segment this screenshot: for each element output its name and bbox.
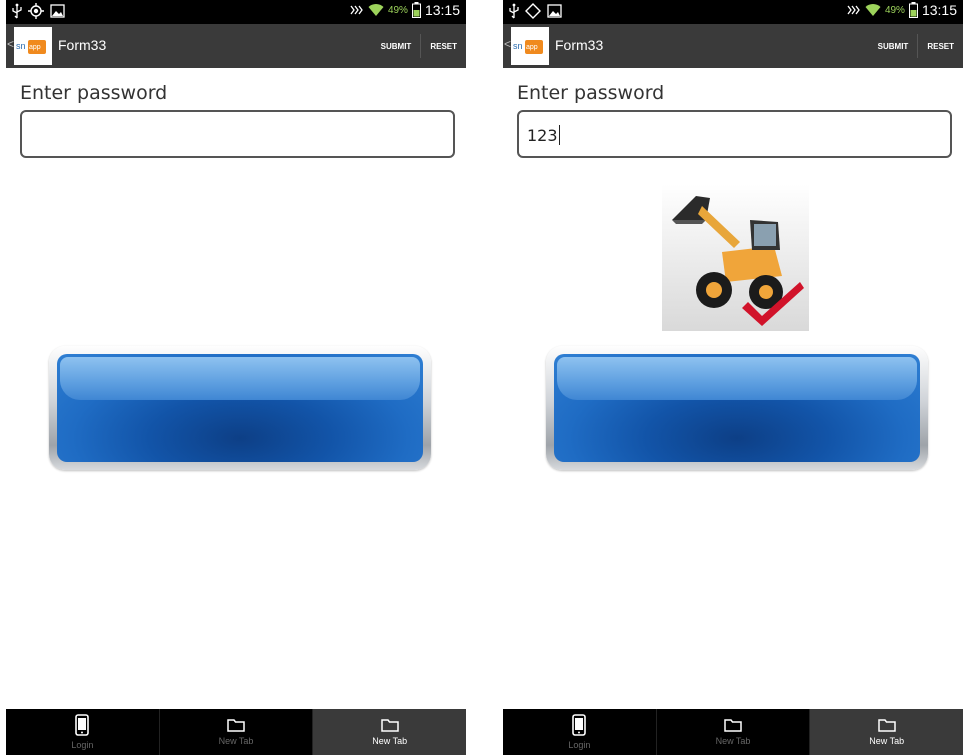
image-button-gloss: [557, 357, 917, 401]
reset-button[interactable]: RESET: [918, 24, 963, 68]
image-button-face: [57, 354, 423, 462]
wifi-icon: [368, 4, 384, 17]
wifi-icon: [865, 4, 881, 17]
phone-screen-left: 49% 13:15 < sn app Form33 SUBMIT RESET En…: [6, 0, 467, 755]
password-input[interactable]: 123: [517, 110, 952, 158]
tab-bar: Login New Tab New Tab: [503, 709, 964, 755]
image-icon: [547, 4, 562, 18]
location-icon: [525, 3, 541, 19]
phone-icon: [572, 714, 587, 736]
text-cursor: [558, 125, 560, 145]
tab-login[interactable]: Login: [503, 709, 657, 755]
tab-new-tab-2[interactable]: New Tab: [313, 709, 467, 755]
image-button[interactable]: [546, 346, 928, 470]
password-label: Enter password: [20, 82, 168, 104]
clock: 13:15: [921, 2, 957, 18]
battery-icon: [411, 2, 421, 18]
tab-login[interactable]: Login: [6, 709, 160, 755]
tab-label: New Tab: [372, 736, 408, 746]
location-icon: [28, 3, 44, 19]
tab-new-tab-2[interactable]: New Tab: [810, 709, 964, 755]
tab-label: Login: [71, 740, 94, 750]
wheel-loader-checkmark-icon: [662, 184, 809, 331]
image-icon: [50, 4, 65, 18]
nfc-icon: [350, 5, 363, 15]
action-bar: < sn app Form33 SUBMIT RESET: [6, 24, 466, 68]
password-value: 123: [527, 126, 558, 145]
battery-percent: 49%: [884, 4, 905, 16]
back-caret-icon[interactable]: <: [7, 37, 14, 51]
app-title: Form33: [555, 37, 604, 53]
password-input[interactable]: [20, 110, 455, 158]
phone-icon: [75, 714, 90, 736]
svg-text:app: app: [29, 44, 41, 51]
snappii-logo-icon[interactable]: sn app: [511, 27, 549, 65]
tab-label: New Tab: [869, 736, 905, 746]
tab-bar: Login New Tab New Tab: [6, 709, 467, 755]
folder-icon: [877, 719, 896, 732]
submit-button[interactable]: SUBMIT: [372, 24, 421, 68]
svg-text:sn: sn: [16, 41, 26, 51]
nfc-icon: [847, 5, 860, 15]
app-title: Form33: [58, 37, 107, 53]
image-button[interactable]: [49, 346, 431, 470]
battery-icon: [908, 2, 918, 18]
svg-text:sn: sn: [513, 41, 523, 51]
password-label: Enter password: [517, 82, 665, 104]
image-button-face: [554, 354, 920, 462]
phone-screen-right: 49% 13:15 < sn app Form33 SUBMIT RESET En…: [503, 0, 964, 755]
image-button-gloss: [60, 357, 420, 401]
snappii-logo-icon[interactable]: sn app: [14, 27, 52, 65]
usb-icon: [509, 3, 519, 19]
action-bar: < sn app Form33 SUBMIT RESET: [503, 24, 963, 68]
folder-icon: [724, 719, 742, 732]
usb-icon: [12, 3, 22, 19]
reset-button[interactable]: RESET: [421, 24, 466, 68]
tab-label: New Tab: [218, 736, 254, 746]
status-bar: 49% 13:15: [6, 0, 466, 24]
svg-text:app: app: [526, 44, 538, 51]
tab-label: Login: [568, 740, 591, 750]
tab-new-tab-1[interactable]: New Tab: [160, 709, 314, 755]
back-caret-icon[interactable]: <: [504, 37, 511, 51]
clock: 13:15: [424, 2, 460, 18]
status-bar: 49% 13:15: [503, 0, 963, 24]
tab-label: New Tab: [715, 736, 751, 746]
battery-percent: 49%: [387, 4, 408, 16]
folder-icon: [227, 719, 245, 732]
tab-new-tab-1[interactable]: New Tab: [657, 709, 811, 755]
submit-button[interactable]: SUBMIT: [869, 24, 918, 68]
folder-icon: [380, 719, 399, 732]
